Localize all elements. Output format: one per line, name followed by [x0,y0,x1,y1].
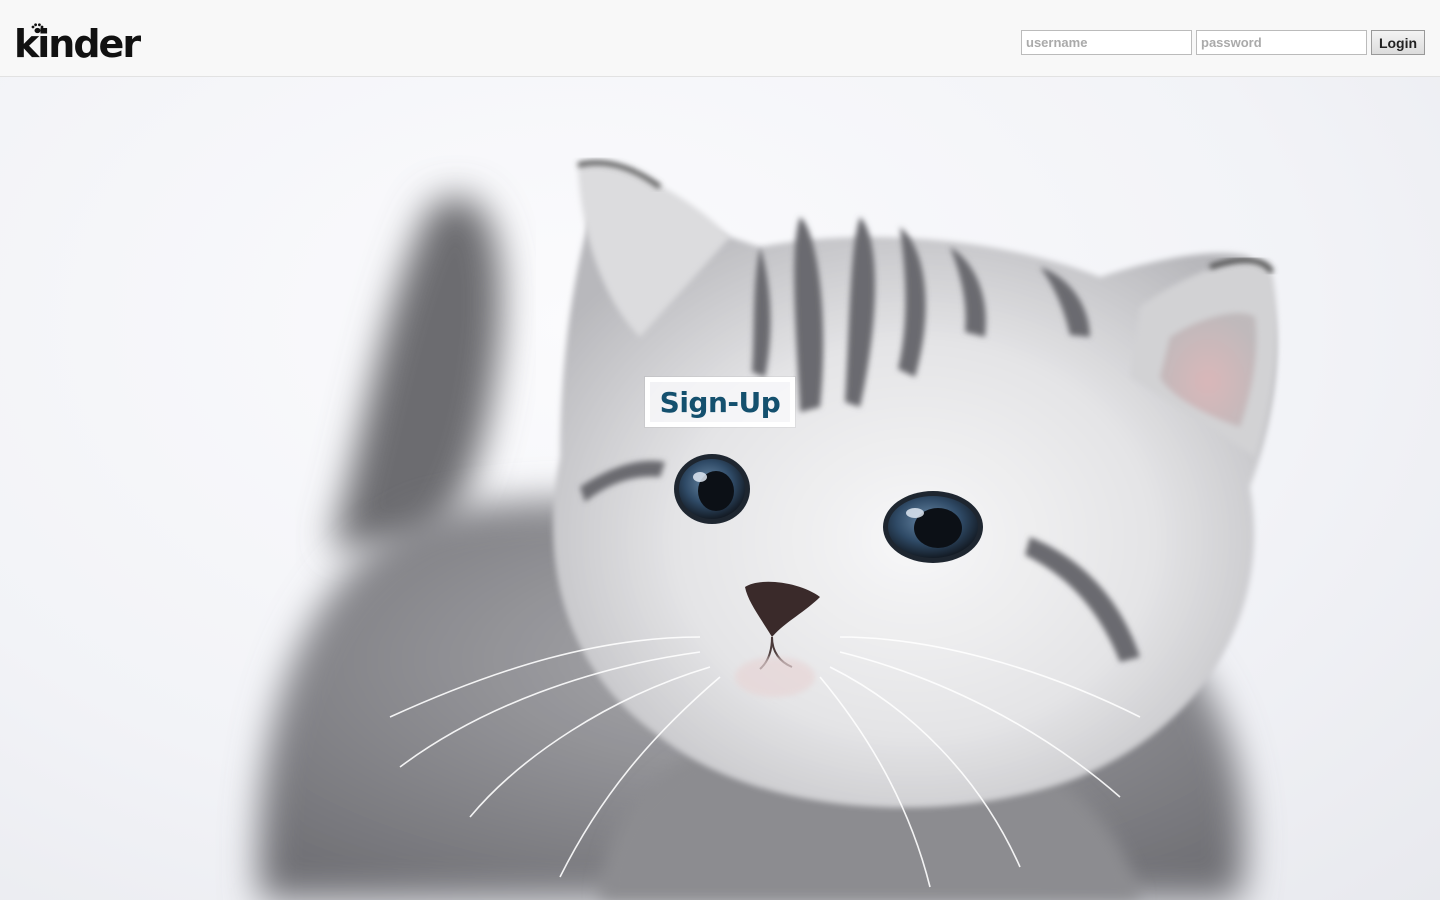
logo[interactable]: kinder [14,20,141,64]
login-form: Login [1021,30,1425,55]
kitten-illustration [258,160,1278,900]
hero-image: Sign-Up [0,77,1440,900]
signup-button[interactable]: Sign-Up [645,377,795,427]
username-input[interactable] [1021,30,1192,55]
top-bar: kinder Login [0,0,1440,77]
login-button[interactable]: Login [1371,30,1425,55]
password-input[interactable] [1196,30,1367,55]
paw-icon [31,23,44,34]
